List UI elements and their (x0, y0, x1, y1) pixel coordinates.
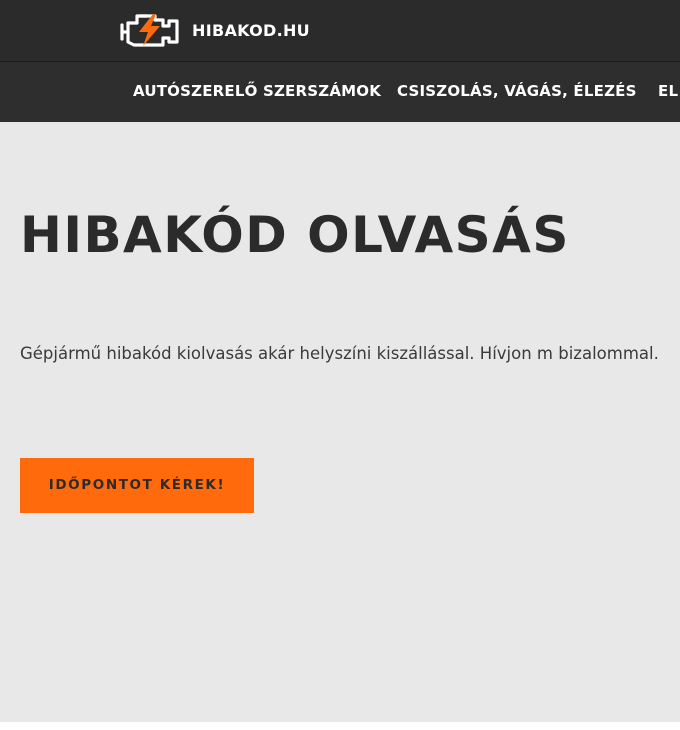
engine-check-icon (120, 14, 179, 47)
nav-item-autoszerelo-szerszamok[interactable]: AUTÓSZERELŐ SZERSZÁMOK (133, 82, 381, 100)
page-title: HIBAKÓD OLVASÁS (20, 206, 570, 264)
top-header: HIBAKOD.HU (0, 0, 680, 61)
site-logo-link[interactable]: HIBAKOD.HU (119, 10, 310, 50)
nav-item-csiszolas-vagas-elezes[interactable]: CSISZOLÁS, VÁGÁS, ÉLEZÉS (397, 82, 637, 100)
site-name: HIBAKOD.HU (192, 20, 310, 40)
hero-description: Gépjármű hibakód kiolvasás akár helyszín… (20, 344, 659, 363)
appointment-button[interactable]: IDŐPONTOT KÉREK! (20, 458, 254, 513)
main-nav: AUTÓSZERELŐ SZERSZÁMOK CSISZOLÁS, VÁGÁS,… (0, 62, 680, 122)
hero-section: HIBAKÓD OLVASÁS Gépjármű hibakód kiolvas… (0, 122, 680, 722)
nav-item-truncated[interactable]: EL (658, 82, 678, 100)
